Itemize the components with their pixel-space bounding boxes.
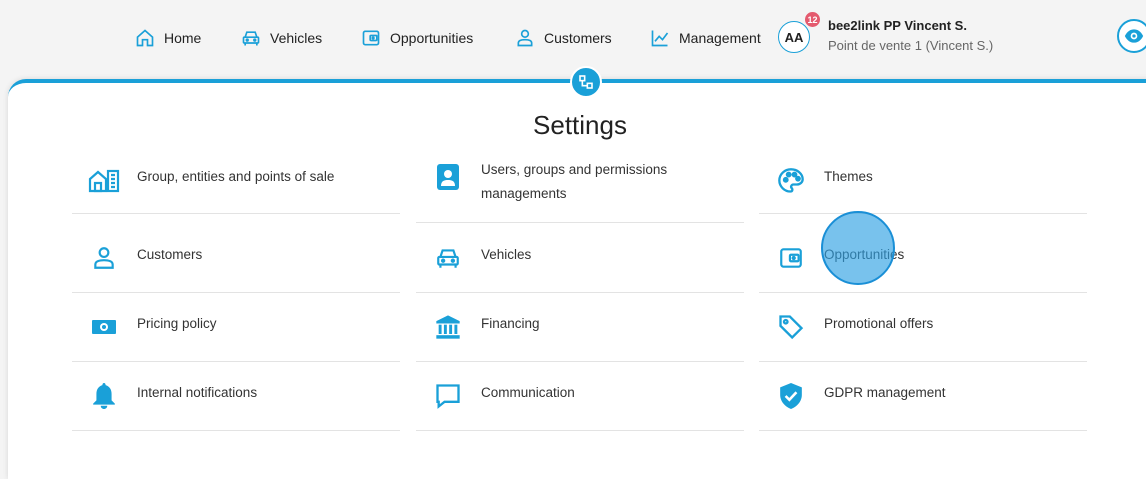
settings-tile-label: GDPR management xyxy=(824,385,946,400)
wallet-icon xyxy=(362,30,380,46)
settings-tile-label: Themes xyxy=(824,169,873,184)
settings-tile-label: Users, groups and permissions management… xyxy=(481,162,668,201)
home-icon xyxy=(136,29,154,47)
settings-tile-label: Vehicles xyxy=(481,247,532,262)
user-point-of-sale: Point de vente 1 (Vincent S.) xyxy=(828,38,994,53)
nav-vehicles-label: Vehicles xyxy=(270,30,323,46)
settings-tile-label: Promotional offers xyxy=(824,316,934,331)
settings-tile-notifications[interactable]: Internal notifications xyxy=(72,361,400,431)
contact-card-icon xyxy=(430,162,466,192)
person-icon xyxy=(517,29,533,47)
settings-tile-label: Internal notifications xyxy=(137,385,258,400)
person-icon xyxy=(86,243,122,273)
settings-tile-label: Communication xyxy=(481,385,575,400)
settings-tile-label: Group, entities and points of sale xyxy=(137,169,335,184)
settings-tile-label: Financing xyxy=(481,316,540,331)
settings-tile-gdpr[interactable]: GDPR management xyxy=(759,361,1087,431)
settings-tile-themes[interactable]: Themes xyxy=(759,148,1087,214)
building-icon xyxy=(86,166,122,196)
settings-tile-users[interactable]: Users, groups and permissions management… xyxy=(416,148,744,223)
palette-icon xyxy=(773,166,809,196)
view-button[interactable] xyxy=(1117,19,1146,53)
chat-bubble-icon xyxy=(430,381,466,411)
page-title: Settings xyxy=(533,110,627,140)
top-navigation-bar: Home Vehicles Opportunities Customers Ma… xyxy=(0,0,1146,80)
nav-management[interactable]: Management xyxy=(650,27,761,49)
settings-tile-customers[interactable]: Customers xyxy=(72,223,400,293)
nav-customers-label: Customers xyxy=(544,30,612,46)
settings-tile-financing[interactable]: Financing xyxy=(416,292,744,362)
settings-tile-pricing[interactable]: Pricing policy xyxy=(72,292,400,362)
settings-tile-promotional[interactable]: Promotional offers xyxy=(759,292,1087,362)
tag-icon xyxy=(773,312,809,342)
settings-tile-opportunities[interactable]: Opportunities xyxy=(759,223,1087,293)
settings-tile-label: Customers xyxy=(137,247,203,262)
nav-opportunities-label: Opportunities xyxy=(390,30,474,46)
line-chart-icon xyxy=(651,30,669,47)
nav-management-label: Management xyxy=(679,30,761,46)
nav-customers[interactable]: Customers xyxy=(515,27,612,49)
nav-home-label: Home xyxy=(164,30,202,46)
banknote-icon xyxy=(86,312,122,342)
notification-count: 12 xyxy=(807,14,818,25)
bell-icon xyxy=(86,381,122,411)
nav-vehicles[interactable]: Vehicles xyxy=(241,27,322,49)
nav-opportunities[interactable]: Opportunities xyxy=(361,27,473,49)
notification-badge: 12 xyxy=(805,12,820,27)
hierarchy-icon xyxy=(570,66,602,98)
settings-tile-label: Pricing policy xyxy=(137,316,217,331)
wallet-icon xyxy=(773,243,809,273)
settings-tile-vehicles[interactable]: Vehicles xyxy=(416,223,744,293)
eye-icon xyxy=(1124,29,1144,43)
shield-check-icon xyxy=(773,381,809,411)
settings-tile-label: Opportunities xyxy=(824,247,905,262)
nav-home[interactable]: Home xyxy=(135,27,201,49)
user-avatar[interactable]: AA xyxy=(778,21,810,53)
settings-tile-group[interactable]: Group, entities and points of sale xyxy=(72,148,400,214)
user-name: bee2link PP Vincent S. xyxy=(828,18,967,33)
settings-tile-communication[interactable]: Communication xyxy=(416,361,744,431)
car-icon xyxy=(430,243,466,273)
bank-icon xyxy=(430,312,466,342)
avatar-initials: AA xyxy=(784,29,804,45)
car-icon xyxy=(242,31,260,46)
